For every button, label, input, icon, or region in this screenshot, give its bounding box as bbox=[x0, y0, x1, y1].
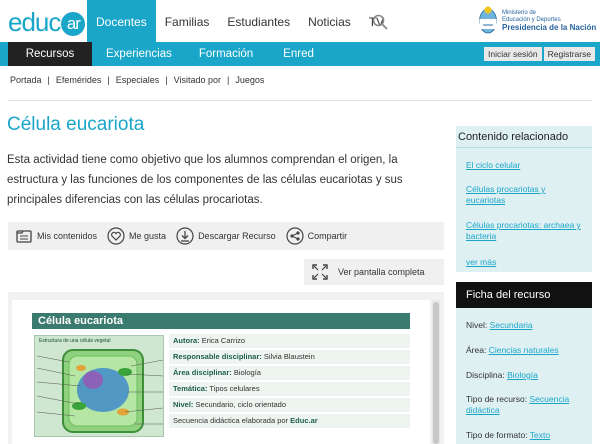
plant-cell-illustration bbox=[36, 349, 163, 433]
fullscreen-label: Ver pantalla completa bbox=[338, 267, 425, 277]
subnav-experiencias[interactable]: Experiencias bbox=[106, 42, 172, 66]
info-key: Nivel: bbox=[173, 400, 194, 409]
download-icon bbox=[176, 227, 194, 245]
share-icon bbox=[285, 227, 304, 245]
heart-icon bbox=[107, 227, 125, 245]
info-key: Secuencia didáctica elaborada por bbox=[173, 416, 289, 425]
crumb-especiales[interactable]: Especiales bbox=[116, 75, 160, 85]
info-key: Área disciplinar: bbox=[173, 368, 232, 377]
ficha-value-link[interactable]: Secundaria bbox=[490, 320, 533, 330]
my-contents-label: Mis contenidos bbox=[37, 231, 98, 241]
info-key: Temática: bbox=[173, 384, 208, 393]
crumb-separator: | bbox=[47, 75, 50, 85]
info-value: Erica Carrizo bbox=[201, 336, 246, 345]
info-row-area: Área disciplinar: Biología bbox=[169, 366, 410, 380]
info-row-sequence: Secuencia didáctica elaborada por Educ.a… bbox=[169, 414, 410, 428]
my-contents-button[interactable]: Mis contenidos bbox=[15, 227, 97, 245]
info-value: Silvia Blaustein bbox=[263, 352, 315, 361]
ficha-row-area: Área: Ciencias naturales bbox=[466, 345, 590, 356]
download-label: Descargar Recurso bbox=[198, 231, 276, 241]
expand-icon bbox=[312, 264, 328, 280]
info-value: Tipos celulares bbox=[209, 384, 260, 393]
breadcrumb: Portada | Efemérides | Especiales | Visi… bbox=[10, 75, 264, 85]
share-label: Compartir bbox=[307, 231, 348, 241]
government-logo[interactable]: Ministerio de Educación y Deportes Presi… bbox=[478, 4, 596, 38]
nav-noticias[interactable]: Noticias bbox=[299, 0, 360, 42]
nav-familias[interactable]: Familias bbox=[156, 0, 219, 42]
nav-estudiantes[interactable]: Estudiantes bbox=[218, 0, 299, 42]
action-bar: Mis contenidos Me gusta Descargar Recurs… bbox=[8, 222, 444, 250]
info-value: Educ.ar bbox=[290, 416, 318, 425]
login-button[interactable]: Iniciar sesión bbox=[484, 47, 542, 61]
download-button[interactable]: Descargar Recurso bbox=[176, 227, 276, 245]
info-value: Secundario, ciclo orientado bbox=[195, 400, 287, 409]
subnav-enred[interactable]: Enred bbox=[283, 42, 314, 66]
page-title: Célula eucariota bbox=[7, 114, 145, 135]
document-title: Célula eucariota bbox=[32, 313, 410, 329]
main-nav: Docentes Familias Estudiantes Noticias T… bbox=[87, 0, 393, 42]
ficha-key: Nivel: bbox=[466, 320, 488, 330]
page-description: Esta actividad tiene como objetivo que l… bbox=[7, 154, 403, 206]
ficha-key: Área: bbox=[466, 345, 487, 355]
scrollbar-thumb[interactable] bbox=[433, 302, 439, 444]
document-info: Autora: Erica Carrizo Responsable discip… bbox=[169, 334, 410, 430]
fullscreen-button[interactable]: Ver pantalla completa bbox=[304, 259, 444, 285]
national-shield-icon bbox=[479, 6, 497, 34]
ficha-value-link[interactable]: Ciencias naturales bbox=[489, 345, 559, 355]
crumb-separator: | bbox=[107, 75, 110, 85]
ficha-value-link[interactable]: Biología bbox=[507, 370, 538, 380]
logo-ar-badge: ar bbox=[61, 12, 86, 36]
info-row-author: Autora: Erica Carrizo bbox=[169, 334, 410, 348]
info-row-responsible: Responsable disciplinar: Silvia Blaustei… bbox=[169, 350, 410, 364]
divider bbox=[8, 100, 592, 101]
crumb-visitado-por[interactable]: Visitado por bbox=[174, 75, 221, 85]
ficha-key: Tipo de formato: bbox=[466, 430, 528, 440]
related-link-ver-mas[interactable]: ver más bbox=[466, 257, 586, 268]
info-row-level: Nivel: Secundario, ciclo orientado bbox=[169, 398, 410, 412]
subnav-recursos[interactable]: Recursos bbox=[8, 42, 92, 66]
like-label: Me gusta bbox=[129, 231, 167, 241]
gov-line-1: Ministerio de bbox=[502, 10, 537, 16]
logo-text: educ bbox=[8, 7, 61, 37]
ficha-title: Ficha del recurso bbox=[456, 282, 592, 308]
ficha-row-discipline: Disciplina: Biología bbox=[466, 370, 590, 381]
crumb-efemerides[interactable]: Efemérides bbox=[56, 75, 102, 85]
crumb-portada[interactable]: Portada bbox=[10, 75, 42, 85]
crumb-separator: | bbox=[227, 75, 230, 85]
educar-logo[interactable]: educ ar bbox=[8, 7, 86, 38]
subnav-formacion[interactable]: Formación bbox=[199, 42, 253, 66]
sub-nav: Recursos Experiencias Formación Enred bbox=[0, 42, 314, 66]
share-button[interactable]: Compartir bbox=[285, 227, 348, 245]
related-content-panel: Contenido relacionado El ciclo celular C… bbox=[456, 126, 592, 272]
gov-line-3: Presidencia de la Nación bbox=[502, 23, 597, 32]
like-button[interactable]: Me gusta bbox=[107, 227, 166, 245]
ficha-row-resource-type: Tipo de recurso: Secuencia didáctica bbox=[466, 394, 590, 416]
related-link-archaea-bacteria[interactable]: Células procariotas: archaea y bacteria bbox=[466, 220, 586, 242]
info-key: Responsable disciplinar: bbox=[173, 352, 262, 361]
nav-docentes[interactable]: Docentes bbox=[87, 0, 156, 42]
crumb-separator: | bbox=[165, 75, 168, 85]
related-link-procariotas-eucariotas[interactable]: Células procariotas y eucariotas bbox=[466, 184, 586, 206]
plant-cell-image: Estructura de una célula vegetal bbox=[34, 335, 164, 437]
auth-buttons: Iniciar sesión Registrarse bbox=[484, 47, 596, 61]
crumb-juegos[interactable]: Juegos bbox=[235, 75, 264, 85]
search-icon[interactable] bbox=[372, 14, 388, 30]
related-title: Contenido relacionado bbox=[456, 126, 592, 148]
info-key: Autora: bbox=[173, 336, 200, 345]
ficha-key: Disciplina: bbox=[466, 370, 505, 380]
info-row-topic: Temática: Tipos celulares bbox=[169, 382, 410, 396]
info-value: Biología bbox=[233, 368, 261, 377]
resource-sheet-panel: Ficha del recurso Nivel: Secundaria Área… bbox=[456, 282, 592, 444]
ficha-row-format-type: Tipo de formato: Texto bbox=[466, 430, 590, 441]
ficha-key: Tipo de recurso: bbox=[466, 394, 528, 404]
ficha-value-link[interactable]: Texto bbox=[530, 430, 550, 440]
register-button[interactable]: Registrarse bbox=[543, 47, 596, 61]
ficha-row-level: Nivel: Secundaria bbox=[466, 320, 590, 331]
folder-icon bbox=[16, 230, 32, 243]
related-link-ciclo-celular[interactable]: El ciclo celular bbox=[466, 160, 586, 171]
viewer-scrollbar[interactable] bbox=[432, 300, 440, 444]
